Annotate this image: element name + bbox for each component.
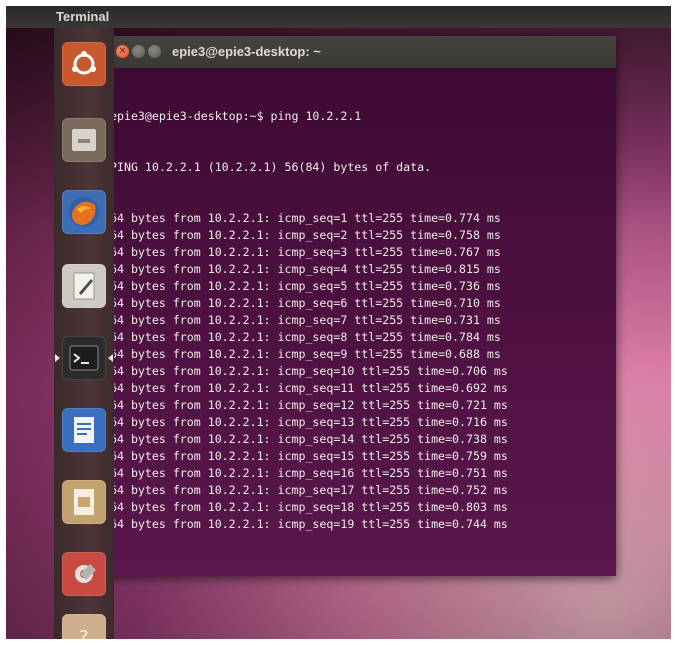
ping-replies: 64 bytes from 10.2.2.1: icmp_seq=1 ttl=2… xyxy=(110,210,608,533)
window-close-button[interactable]: × xyxy=(116,45,129,58)
ping-reply-line: 64 bytes from 10.2.2.1: icmp_seq=3 ttl=2… xyxy=(110,245,501,259)
ping-reply-line: 64 bytes from 10.2.2.1: icmp_seq=17 ttl=… xyxy=(110,483,508,497)
ping-reply-line: 64 bytes from 10.2.2.1: icmp_seq=7 ttl=2… xyxy=(110,313,501,327)
ping-reply-line: 64 bytes from 10.2.2.1: icmp_seq=5 ttl=2… xyxy=(110,279,501,293)
writer-icon[interactable] xyxy=(62,408,106,452)
terminal-title: epie3@epie3-desktop: ~ xyxy=(172,44,321,59)
unity-launcher: ? xyxy=(54,28,114,639)
ping-reply-line: 64 bytes from 10.2.2.1: icmp_seq=6 ttl=2… xyxy=(110,296,501,310)
window-minimize-button[interactable] xyxy=(132,45,145,58)
ping-reply-line: 64 bytes from 10.2.2.1: icmp_seq=12 ttl=… xyxy=(110,398,508,412)
ping-reply-line: 64 bytes from 10.2.2.1: icmp_seq=18 ttl=… xyxy=(110,500,508,514)
ping-reply-line: 64 bytes from 10.2.2.1: icmp_seq=2 ttl=2… xyxy=(110,228,501,242)
terminal-prompt-icon xyxy=(69,345,99,371)
firefox-logo-icon xyxy=(69,197,99,227)
terminal-titlebar: × epie3@epie3-desktop: ~ xyxy=(100,36,616,68)
ping-reply-line: 64 bytes from 10.2.2.1: icmp_seq=10 ttl=… xyxy=(110,364,508,378)
ping-reply-line: 64 bytes from 10.2.2.1: icmp_seq=8 ttl=2… xyxy=(110,330,501,344)
file-cabinet-icon xyxy=(72,129,96,151)
pencil-paper-icon xyxy=(73,272,95,300)
help-icon[interactable]: ? xyxy=(62,614,106,639)
ping-reply-line: 64 bytes from 10.2.2.1: icmp_seq=19 ttl=… xyxy=(110,517,508,531)
command-prompt-line: epie3@epie3-desktop:~$ ping 10.2.2.1 xyxy=(110,109,362,123)
window-maximize-button[interactable] xyxy=(148,45,161,58)
terminal-icon[interactable] xyxy=(55,336,113,380)
ping-reply-line: 64 bytes from 10.2.2.1: icmp_seq=11 ttl=… xyxy=(110,381,508,395)
ping-reply-line: 64 bytes from 10.2.2.1: icmp_seq=16 ttl=… xyxy=(110,466,508,480)
ping-reply-line: 64 bytes from 10.2.2.1: icmp_seq=13 ttl=… xyxy=(110,415,508,429)
active-app-title: Terminal xyxy=(56,9,110,24)
files-icon[interactable] xyxy=(62,118,106,162)
terminal-output[interactable]: epie3@epie3-desktop:~$ ping 10.2.2.1 PIN… xyxy=(110,74,608,576)
document-viewer-page-icon xyxy=(74,489,94,515)
close-icon: × xyxy=(118,46,127,56)
text-editor-icon[interactable] xyxy=(62,264,106,308)
ping-reply-line: 64 bytes from 10.2.2.1: icmp_seq=9 ttl=2… xyxy=(110,347,501,361)
desktop: Terminal ? × epie3@epie3-desktop: ~ epie… xyxy=(6,6,671,639)
ubuntu-logo-icon xyxy=(72,51,96,75)
question-mark-icon: ? xyxy=(79,627,89,639)
document-writer-icon xyxy=(74,417,94,443)
ping-reply-line: 64 bytes from 10.2.2.1: icmp_seq=15 ttl=… xyxy=(110,449,508,463)
firefox-icon[interactable] xyxy=(62,190,106,234)
dash-icon[interactable] xyxy=(62,42,106,86)
ping-header-line: PING 10.2.2.1 (10.2.2.1) 56(84) bytes of… xyxy=(110,160,432,174)
document-viewer-icon[interactable] xyxy=(62,480,106,524)
ping-reply-line: 64 bytes from 10.2.2.1: icmp_seq=1 ttl=2… xyxy=(110,211,501,225)
gear-wrench-icon xyxy=(75,564,96,583)
system-settings-icon[interactable] xyxy=(62,552,106,596)
ping-reply-line: 64 bytes from 10.2.2.1: icmp_seq=14 ttl=… xyxy=(110,432,508,446)
svg-text:?: ? xyxy=(79,627,89,639)
ping-reply-line: 64 bytes from 10.2.2.1: icmp_seq=4 ttl=2… xyxy=(110,262,501,276)
terminal-window: × epie3@epie3-desktop: ~ epie3@epie3-des… xyxy=(100,36,616,576)
top-panel: Terminal xyxy=(6,6,671,28)
photo-frame: Terminal ? × epie3@epie3-desktop: ~ epie… xyxy=(0,0,675,645)
